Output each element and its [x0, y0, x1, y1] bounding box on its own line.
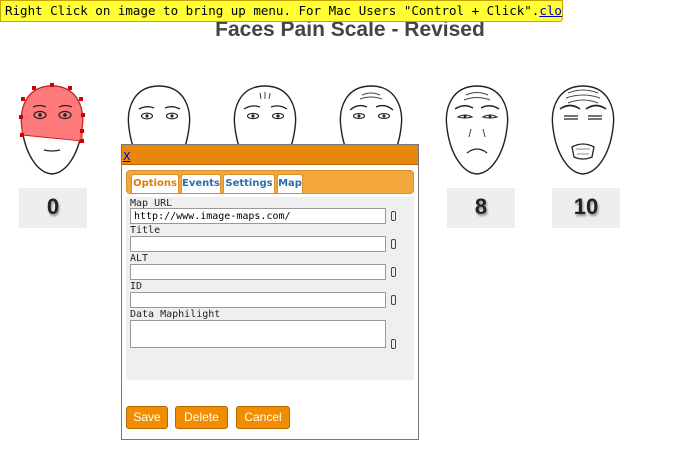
delete-button[interactable]: Delete [175, 406, 228, 429]
alt-input[interactable] [130, 264, 386, 280]
id-label: ID [130, 281, 143, 292]
tab-map[interactable]: Map [277, 174, 303, 193]
area-options-dialog: X Options Events Settings Map Map URL Ti… [121, 144, 419, 440]
tab-options[interactable]: Options [131, 174, 179, 193]
save-button[interactable]: Save [126, 406, 168, 429]
alt-toggle[interactable] [391, 267, 396, 277]
title-label: Title [130, 225, 161, 236]
face-8-image[interactable] [444, 83, 510, 178]
title-input[interactable] [130, 236, 386, 252]
cancel-button[interactable]: Cancel [236, 406, 290, 429]
face-10-image[interactable] [550, 83, 616, 178]
dialog-close-link[interactable]: X [122, 150, 131, 163]
score-label-0: 0 [19, 188, 87, 228]
dialog-tab-bar: Options Events Settings Map [126, 170, 414, 194]
close-hint-link[interactable]: close [539, 3, 562, 18]
options-form: Map URL Title ALT ID Data Maphilight Sav… [126, 197, 414, 429]
dialog-header: X [122, 145, 418, 165]
data-maphilight-toggle[interactable] [391, 339, 396, 349]
face-0-image[interactable] [19, 83, 85, 178]
data-maphilight-label: Data Maphilight [130, 309, 221, 320]
score-label-10: 10 [552, 188, 620, 228]
map-url-toggle[interactable] [391, 211, 396, 221]
alt-label: ALT [130, 253, 149, 264]
menu-hint-text: Right Click on image to bring up menu. F… [5, 3, 540, 18]
title-toggle[interactable] [391, 239, 396, 249]
tab-settings[interactable]: Settings [223, 174, 275, 193]
menu-hint-bar: Right Click on image to bring up menu. F… [0, 0, 563, 22]
map-url-input[interactable] [130, 208, 386, 224]
tab-events[interactable]: Events [181, 174, 221, 193]
data-maphilight-textarea[interactable] [130, 320, 386, 348]
id-toggle[interactable] [391, 295, 396, 305]
id-input[interactable] [130, 292, 386, 308]
score-label-8: 8 [447, 188, 515, 228]
